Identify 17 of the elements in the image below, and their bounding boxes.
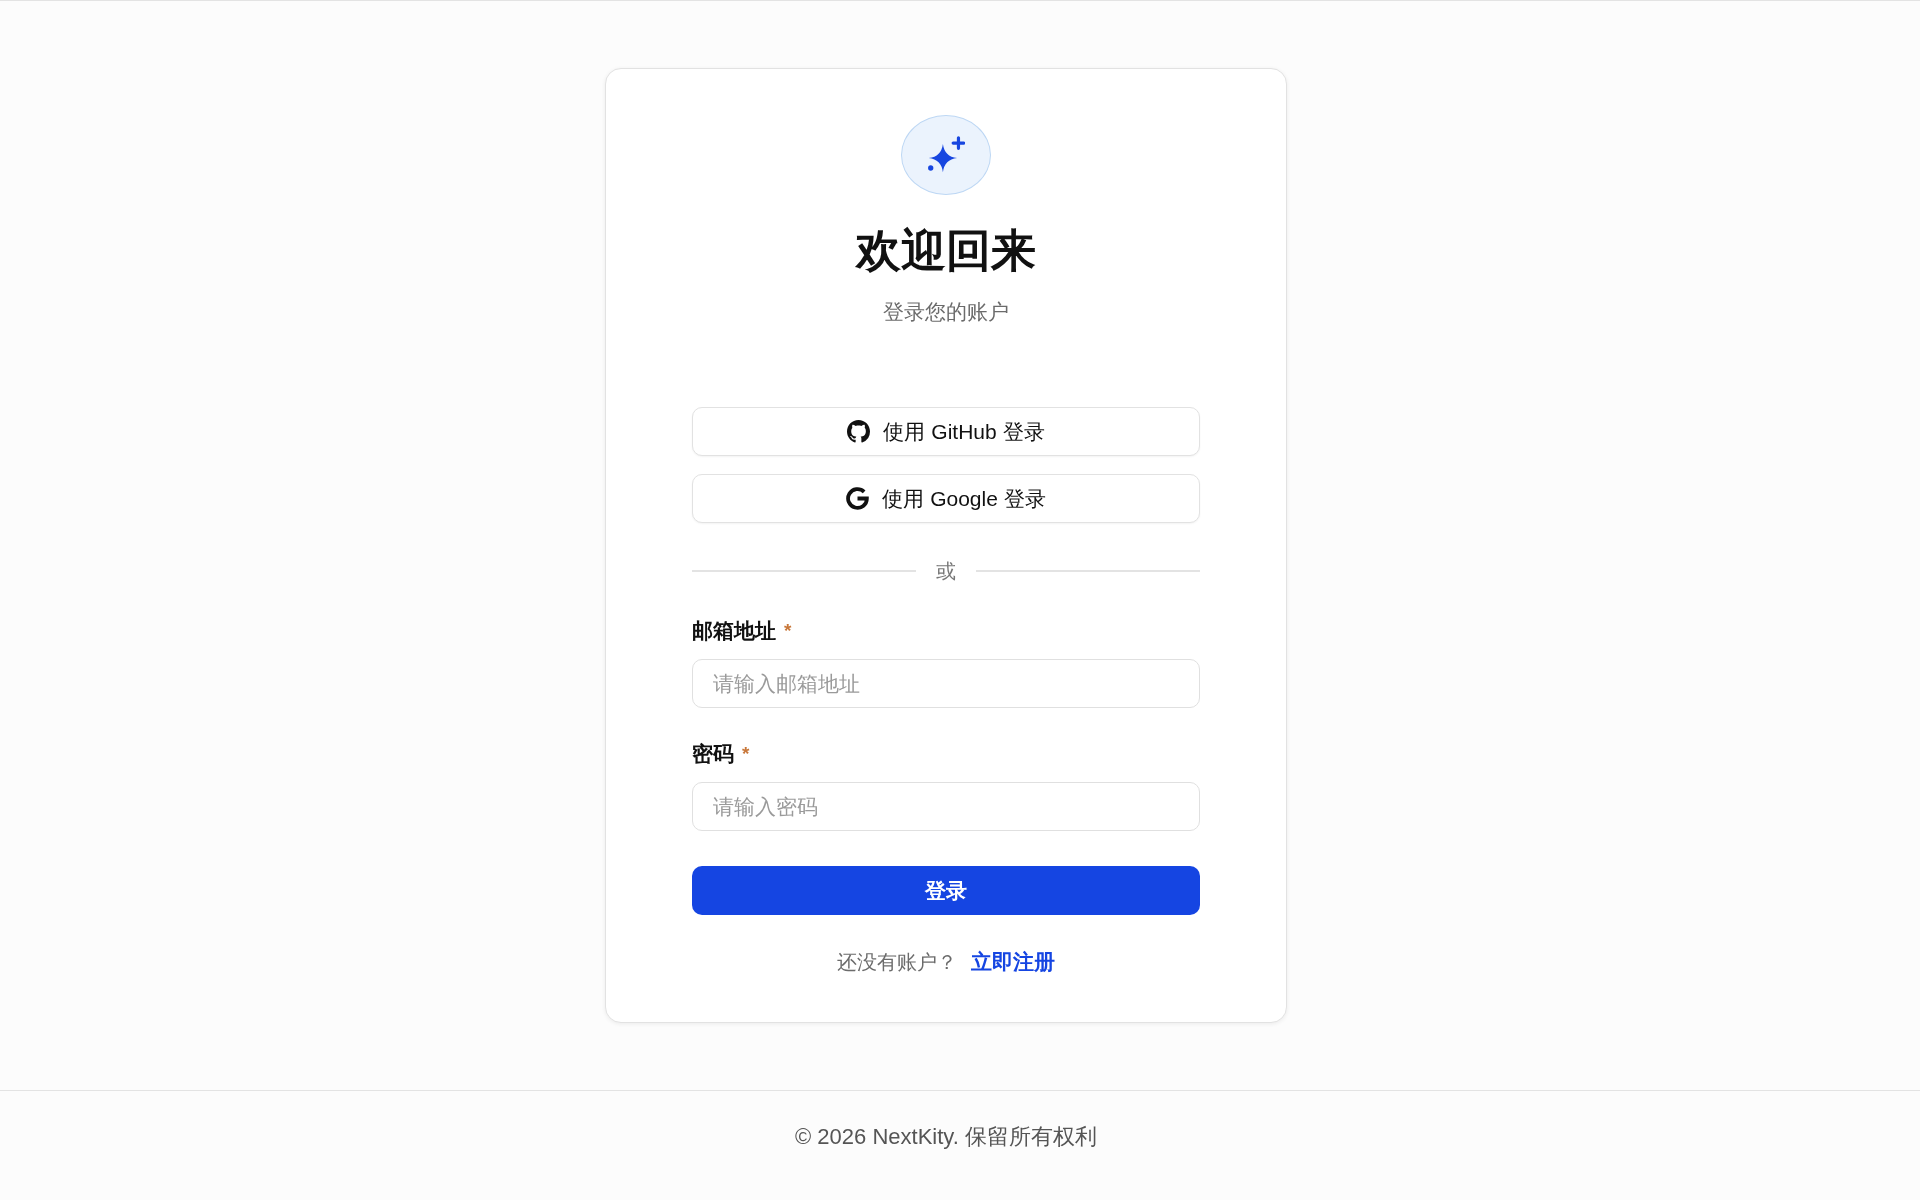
password-field[interactable]: 请输入密码 bbox=[692, 782, 1200, 831]
google-login-button[interactable]: 使用 Google 登录 bbox=[692, 474, 1200, 523]
google-icon bbox=[846, 487, 870, 510]
required-mark: * bbox=[742, 742, 750, 766]
github-icon bbox=[847, 420, 871, 443]
divider-label: 或 bbox=[935, 559, 957, 583]
email-field[interactable]: 请输入邮箱地址 bbox=[692, 659, 1200, 708]
required-mark: * bbox=[784, 619, 792, 643]
copyright-text: © 2026 NextKity. 保留所有权利 bbox=[795, 1125, 1097, 1149]
register-link[interactable]: 立即注册 bbox=[971, 950, 1055, 974]
login-button[interactable]: 登录 bbox=[692, 866, 1200, 915]
field-label: 邮箱地址 bbox=[692, 619, 776, 643]
page-subtitle: 登录您的账户 bbox=[883, 299, 1009, 325]
page-title: 欢迎回来 bbox=[856, 225, 1036, 277]
field-label: 密码 bbox=[692, 742, 734, 766]
github-login-button[interactable]: 使用 GitHub 登录 bbox=[692, 407, 1200, 456]
register-prompt: 还没有账户？ bbox=[837, 950, 957, 974]
